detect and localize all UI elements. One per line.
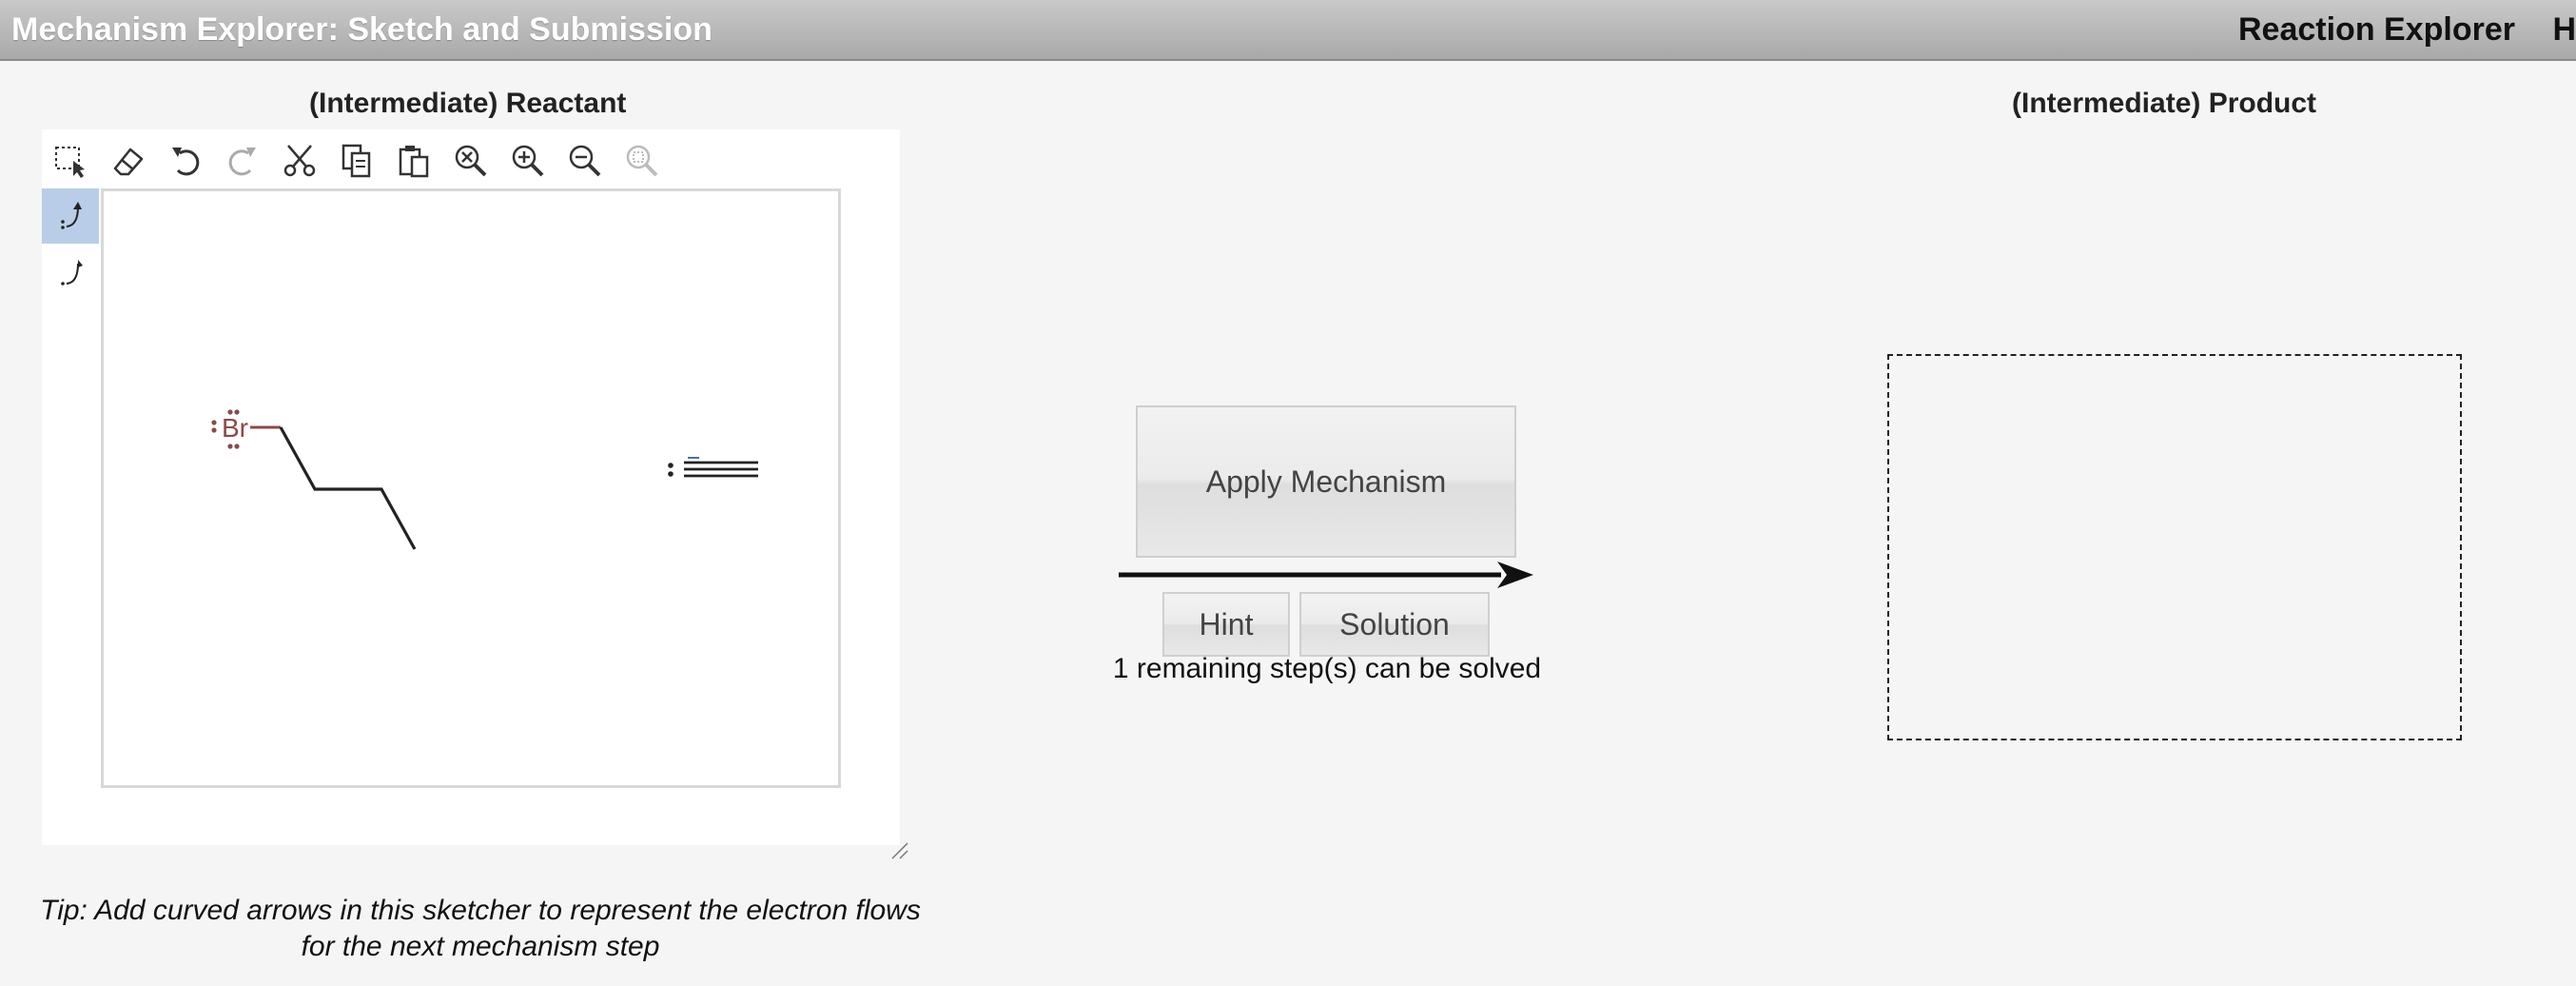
single-electron-arrow-icon[interactable] [42,246,99,301]
copy-icon[interactable] [335,139,379,183]
reactant-title: (Intermediate) Reactant [309,88,627,119]
reaction-arrow [1119,562,1533,588]
molecule-drawing: Br [211,409,758,550]
apply-mechanism-button[interactable]: Apply Mechanism [1136,405,1516,558]
remaining-steps-status: 1 remaining step(s) can be solved [1112,653,1542,684]
paste-icon[interactable] [392,139,436,183]
product-drop-area[interactable] [1887,354,2462,740]
zoom-fit-icon[interactable] [620,139,664,183]
arrow-tool-sidebar [42,188,99,845]
cut-icon[interactable] [278,139,322,183]
bromine-atom-label[interactable]: Br [222,413,248,443]
header-nav: Reaction Explorer H [2238,11,2576,49]
molecule-canvas[interactable]: Br [101,188,841,788]
app-header: Mechanism Explorer: Sketch and Submissio… [0,0,2576,61]
pair-arrow-icon[interactable] [42,188,99,244]
cyanide-triple-bond[interactable] [684,461,758,478]
product-title: (Intermediate) Product [2012,88,2317,119]
redo-icon[interactable] [221,139,264,183]
undo-icon[interactable] [164,139,207,183]
nav-help[interactable]: H [2552,11,2576,48]
zoom-in-icon[interactable] [506,139,550,183]
butyl-chain[interactable] [279,426,417,550]
resize-grip-icon[interactable] [890,841,909,860]
hint-button[interactable]: Hint [1162,592,1290,657]
sketcher-toolbar [42,129,900,188]
nav-reaction-explorer[interactable]: Reaction Explorer [2238,11,2515,48]
cyanide-lone-pair [668,463,673,477]
reactant-sketcher[interactable]: Br [42,129,900,845]
eraser-icon[interactable] [107,139,150,183]
zoom-out-icon[interactable] [563,139,607,183]
sketcher-tip: Tip: Add curved arrows in this sketcher … [40,895,921,962]
zoom-reset-icon[interactable] [449,139,493,183]
solution-button[interactable]: Solution [1299,592,1490,657]
app-title: Mechanism Explorer: Sketch and Submissio… [11,11,712,48]
select-icon[interactable] [49,139,93,183]
